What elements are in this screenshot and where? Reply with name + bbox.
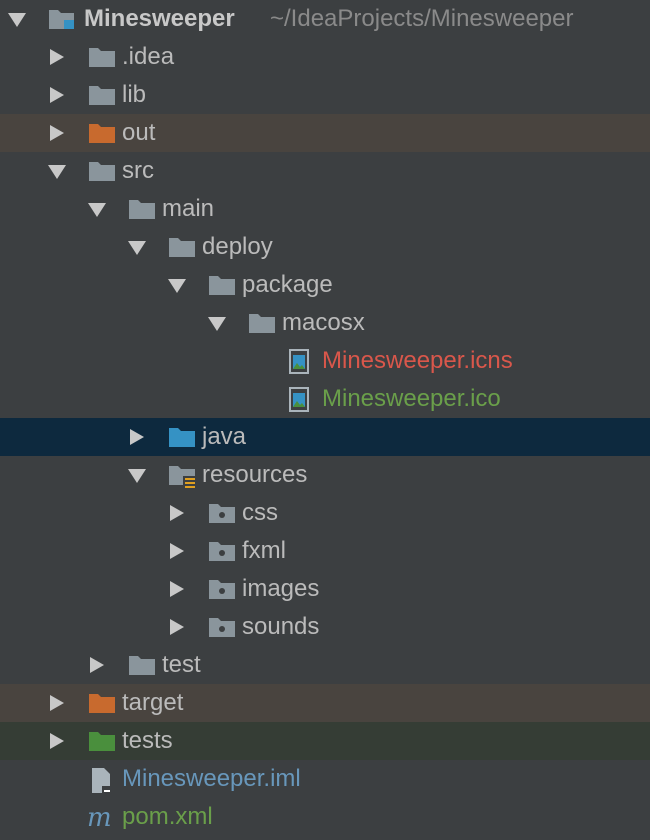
tree-label-ico: Minesweeper.ico [322, 385, 501, 412]
tree-row-idea[interactable]: .idea [0, 38, 650, 76]
tree-row-minesweeper-root[interactable]: Minesweeper ~/IdeaProjects/Minesweeper [0, 0, 650, 38]
tree-label-images: images [242, 575, 320, 602]
tree-row-resources[interactable]: resources [0, 456, 650, 494]
collapse-arrow-icon[interactable] [90, 657, 104, 673]
tree-label-deploy: deploy [202, 233, 273, 260]
tree-label-src: src [122, 157, 154, 184]
tree-label-pom: pom.xml [122, 803, 213, 830]
tree-label-lib: lib [122, 81, 147, 108]
tree-row-pom[interactable]: m pom.xml [0, 798, 650, 836]
project-tree: Minesweeper ~/IdeaProjects/Minesweeper .… [0, 0, 650, 840]
collapse-arrow-icon[interactable] [50, 125, 64, 141]
collapse-arrow-icon[interactable] [170, 581, 184, 597]
folder-icon [248, 311, 276, 335]
maven-icon: m [86, 805, 118, 831]
tree-row-src[interactable]: src [0, 152, 650, 190]
expand-arrow-icon[interactable] [168, 279, 186, 293]
project-name: Minesweeper [84, 5, 235, 32]
collapse-arrow-icon[interactable] [50, 49, 64, 65]
collapse-arrow-icon[interactable] [170, 619, 184, 635]
tree-row-tests[interactable]: tests [0, 722, 650, 760]
tree-label-target: target [122, 689, 184, 716]
tree-label-out: out [122, 119, 156, 146]
tree-row-sounds[interactable]: sounds [0, 608, 650, 646]
folder-icon [88, 83, 116, 107]
tree-row-main[interactable]: main [0, 190, 650, 228]
collapse-arrow-icon[interactable] [170, 505, 184, 521]
resources-folder-icon [168, 463, 196, 489]
folder-icon [88, 159, 116, 183]
expand-arrow-icon[interactable] [128, 241, 146, 255]
tree-row-ico[interactable]: Minesweeper.ico [0, 380, 650, 418]
tree-label-package: package [242, 271, 333, 298]
package-folder-icon [208, 577, 236, 601]
expand-arrow-icon[interactable] [88, 203, 106, 217]
collapse-arrow-icon[interactable] [50, 695, 64, 711]
tree-label-icns: Minesweeper.icns [322, 347, 513, 374]
tree-label-fxml: fxml [242, 537, 286, 564]
tree-row-icns[interactable]: Minesweeper.icns [0, 342, 650, 380]
package-folder-icon [208, 501, 236, 525]
folder-icon [208, 273, 236, 297]
tree-label-java: java [202, 423, 247, 450]
folder-icon [88, 45, 116, 69]
excluded-folder-icon [88, 691, 116, 715]
tree-row-deploy[interactable]: deploy [0, 228, 650, 266]
project-path: ~/IdeaProjects/Minesweeper [270, 5, 574, 32]
iml-file-icon [90, 767, 114, 794]
tree-label-resources: resources [202, 461, 308, 488]
test-folder-icon [88, 729, 116, 753]
expand-arrow-icon[interactable] [208, 317, 226, 331]
tree-row-lib[interactable]: lib [0, 76, 650, 114]
tree-row-java[interactable]: java [0, 418, 650, 456]
folder-icon [128, 653, 156, 677]
tree-row-target[interactable]: target [0, 684, 650, 722]
collapse-arrow-icon[interactable] [50, 87, 64, 103]
expand-arrow-icon[interactable] [8, 13, 26, 27]
tree-row-test[interactable]: test [0, 646, 650, 684]
tree-row-package[interactable]: package [0, 266, 650, 304]
collapse-arrow-icon[interactable] [130, 429, 144, 445]
tree-row-fxml[interactable]: fxml [0, 532, 650, 570]
collapse-arrow-icon[interactable] [50, 733, 64, 749]
excluded-folder-icon [88, 121, 116, 145]
tree-label-css: css [242, 499, 278, 526]
image-file-icon [288, 349, 312, 374]
tree-row-out[interactable]: out [0, 114, 650, 152]
tree-row-iml[interactable]: Minesweeper.iml [0, 760, 650, 798]
tree-row-images[interactable]: images [0, 570, 650, 608]
tree-row-macosx[interactable]: macosx [0, 304, 650, 342]
tree-label-main: main [162, 195, 215, 222]
module-folder-icon [48, 7, 76, 31]
svg-text:m: m [87, 805, 112, 831]
collapse-arrow-icon[interactable] [170, 543, 184, 559]
tree-row-css[interactable]: css [0, 494, 650, 532]
tree-label-tests: tests [122, 727, 173, 754]
expand-arrow-icon[interactable] [48, 165, 66, 179]
folder-icon [128, 197, 156, 221]
tree-label-test: test [162, 651, 201, 678]
image-file-icon [288, 387, 312, 412]
tree-label-sounds: sounds [242, 613, 320, 640]
folder-icon [168, 235, 196, 259]
expand-arrow-icon[interactable] [128, 469, 146, 483]
tree-label-iml: Minesweeper.iml [122, 765, 301, 792]
source-folder-icon [168, 425, 196, 449]
tree-label-idea: .idea [122, 43, 175, 70]
tree-label-macosx: macosx [282, 309, 365, 336]
package-folder-icon [208, 539, 236, 563]
package-folder-icon [208, 615, 236, 639]
